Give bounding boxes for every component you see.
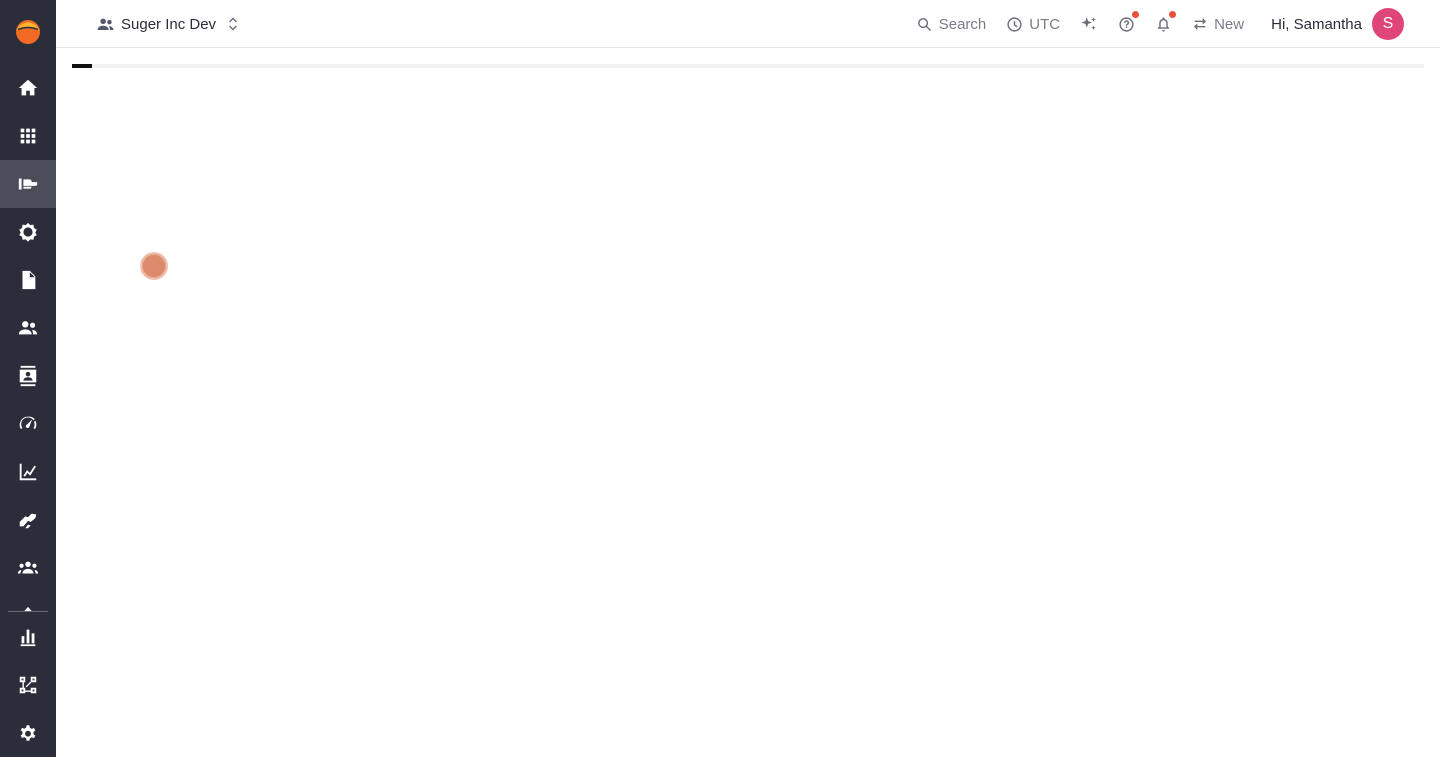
org-name: Suger Inc Dev xyxy=(121,15,217,33)
sidebar xyxy=(0,0,56,757)
people-icon xyxy=(18,321,38,335)
help-icon xyxy=(1119,16,1134,32)
user-greeting: Hi, Samantha xyxy=(1271,15,1362,33)
sidebar-item-documents[interactable] xyxy=(0,256,56,304)
sidebar-item-partners[interactable] xyxy=(0,544,56,592)
cog-outline-icon xyxy=(19,222,37,242)
file-icon xyxy=(22,270,36,290)
sidebar-item-integrations[interactable] xyxy=(0,661,56,709)
logo-icon xyxy=(16,20,40,44)
chevron-updown-icon xyxy=(216,16,240,32)
trend-chart-icon xyxy=(19,463,37,481)
sidebar-item-deals[interactable] xyxy=(0,496,56,544)
sidebar-item-directory[interactable] xyxy=(0,352,56,400)
grid-icon xyxy=(20,128,36,144)
search-button[interactable]: Search xyxy=(916,0,987,48)
loading-progress-bar xyxy=(72,64,93,68)
swap-arrows-icon xyxy=(1194,18,1207,30)
ai-assistant-button[interactable] xyxy=(1080,0,1098,48)
search-icon xyxy=(917,17,931,31)
org-people-icon xyxy=(96,15,115,34)
sidebar-item-reports[interactable] xyxy=(0,613,56,661)
sidebar-item-offers[interactable] xyxy=(0,160,56,208)
settings-gear-icon xyxy=(20,725,36,741)
sidebar-item-analytics[interactable] xyxy=(0,448,56,496)
new-button[interactable]: New xyxy=(1192,0,1244,48)
avatar[interactable]: S xyxy=(1372,8,1404,40)
clock-icon xyxy=(1007,16,1022,32)
sidebar-item-products[interactable] xyxy=(0,208,56,256)
handshake-icon xyxy=(19,513,37,529)
sparkle-icon xyxy=(1081,17,1096,30)
notification-dot xyxy=(1169,11,1177,18)
timezone-button[interactable]: UTC xyxy=(1006,0,1060,48)
help-button[interactable] xyxy=(1118,0,1140,48)
cursor-indicator xyxy=(140,252,168,280)
org-switcher[interactable]: Suger Inc Dev xyxy=(96,14,240,34)
workflow-icon xyxy=(19,676,37,694)
sidebar-scroll-peek xyxy=(0,600,56,611)
sidebar-item-apps[interactable] xyxy=(0,112,56,160)
sidebar-divider xyxy=(8,611,48,612)
top-header: Suger Inc Dev Search UTC New Hi, Samanth… xyxy=(56,0,1440,48)
bell-icon xyxy=(1157,16,1170,32)
help-notification-dot xyxy=(1132,11,1140,18)
app-logo[interactable] xyxy=(0,0,56,64)
loading-progress-track xyxy=(72,64,1424,68)
sidebar-item-home[interactable] xyxy=(0,64,56,112)
sidebar-item-settings[interactable] xyxy=(0,709,56,757)
sidebar-item-contacts[interactable] xyxy=(0,304,56,352)
new-label: New xyxy=(1214,15,1245,33)
groups-icon xyxy=(17,561,39,574)
search-label: Search xyxy=(938,15,987,33)
header-actions: Search UTC New Hi, Samantha S xyxy=(916,0,1440,48)
bar-chart-icon xyxy=(20,629,36,647)
notifications-button[interactable] xyxy=(1155,0,1177,48)
home-icon xyxy=(18,79,38,96)
speedometer-icon xyxy=(19,416,37,430)
timezone-label: UTC xyxy=(1029,15,1061,33)
offer-hand-icon xyxy=(18,178,38,190)
sidebar-item-metering[interactable] xyxy=(0,400,56,448)
contact-card-icon xyxy=(19,365,37,387)
